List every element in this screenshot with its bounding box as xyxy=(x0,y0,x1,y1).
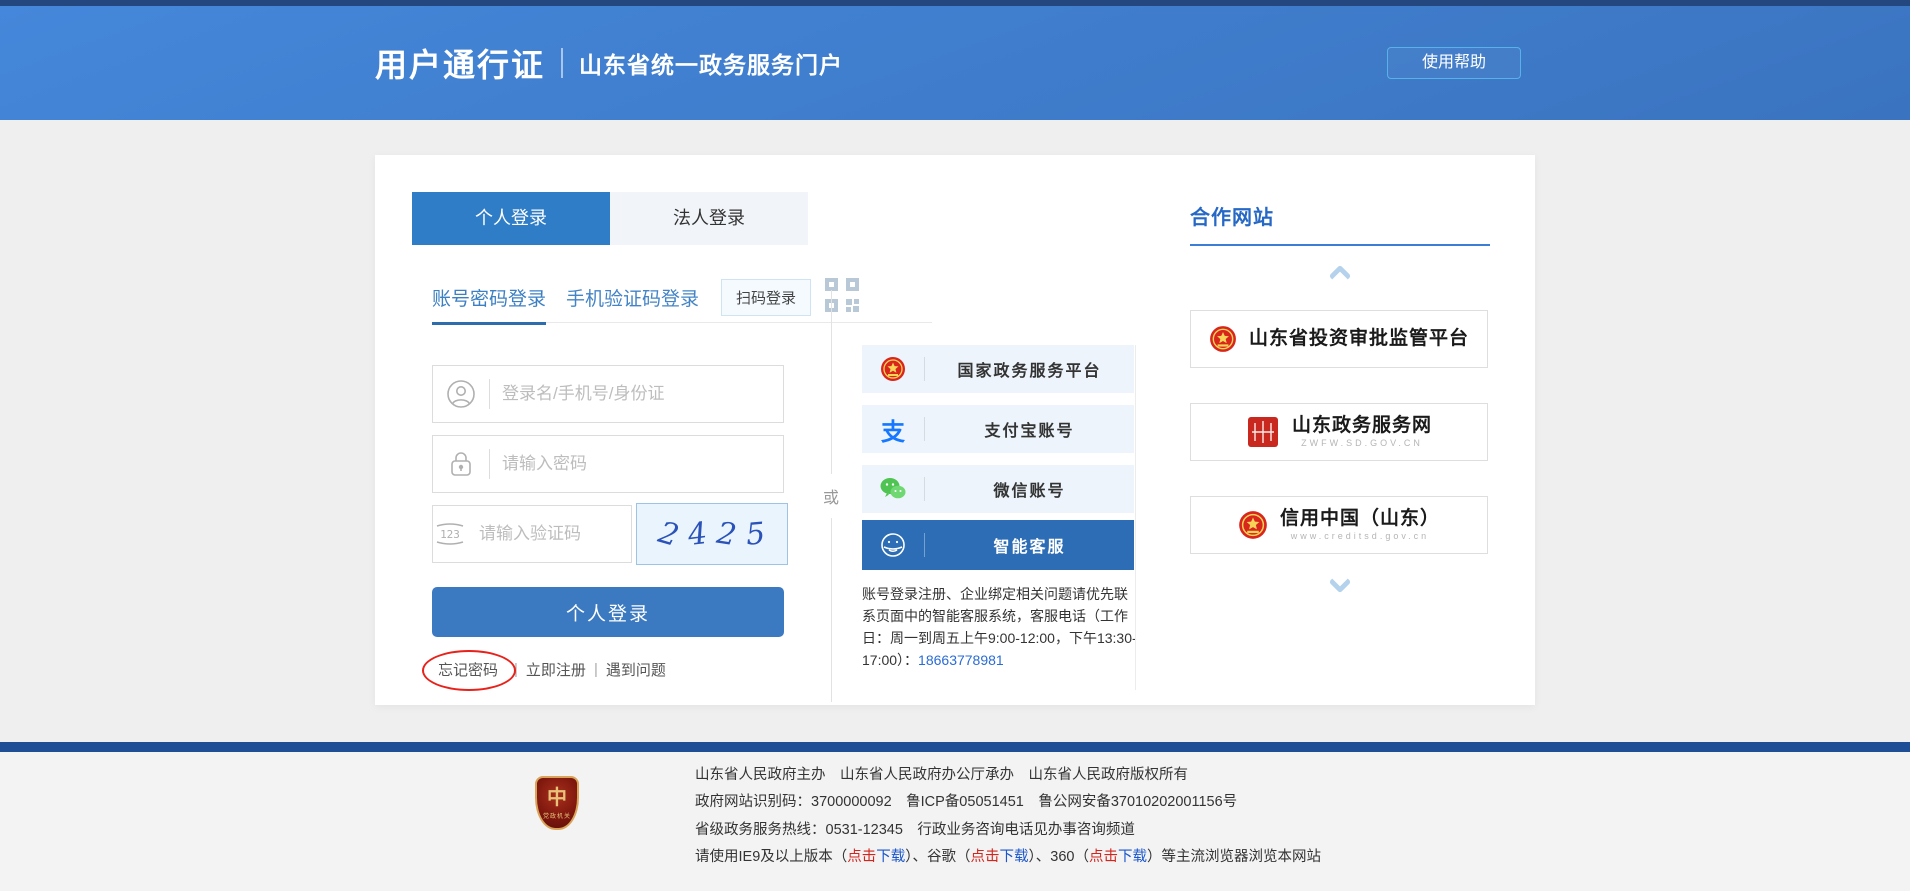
third-party-label: 微信账号 xyxy=(925,477,1134,501)
page-title: 用户通行证 xyxy=(375,40,545,86)
register-link[interactable]: 立即注册 xyxy=(526,659,586,680)
or-text: 或 xyxy=(823,474,839,518)
third-party-label: 智能客服 xyxy=(925,533,1134,557)
third-party-alipay[interactable]: 支 支付宝账号 xyxy=(862,405,1134,453)
download-link-ie[interactable]: 下载 xyxy=(876,849,905,865)
username-field-wrap xyxy=(432,365,784,423)
problem-link[interactable]: 遇到问题 xyxy=(606,659,666,680)
download-link-360[interactable]: 点击 xyxy=(1089,849,1118,865)
service-notice: 账号登录注册、企业绑定相关问题请优先联系页面中的智能客服系统，客服电话（工作日：… xyxy=(862,583,1140,671)
third-party-label: 国家政务服务平台 xyxy=(925,357,1134,381)
partner-site-name: 信用中国（山东） xyxy=(1280,509,1440,530)
partner-site-name: 山东省投资审批监管平台 xyxy=(1249,329,1469,350)
tab-personal-login[interactable]: 个人登录 xyxy=(412,192,610,245)
national-emblem-icon xyxy=(1209,325,1237,353)
brand: 用户通行证 山东省统一政务服务门户 xyxy=(375,40,843,86)
third-party-wechat[interactable]: 微信账号 xyxy=(862,465,1134,513)
third-party-label: 支付宝账号 xyxy=(925,417,1134,441)
badge-label: 党政机关 xyxy=(543,811,571,820)
footer-line-sponsor: 山东省人民政府主办 山东省人民政府办公厅承办 山东省人民政府版权所有 xyxy=(695,767,1321,784)
alipay-icon: 支 xyxy=(862,412,924,447)
chevron-down-icon[interactable] xyxy=(1329,571,1352,594)
partner-sites-panel: 合作网站 山东省投资审批监管平台 xyxy=(1190,201,1490,590)
government-badge-icon: 中 党政机关 xyxy=(535,776,579,830)
browser-text: ）、谷歌（ xyxy=(905,849,970,865)
svg-text:123: 123 xyxy=(440,528,460,541)
partner-site-zwfw[interactable]: 山东政务服务网 ZWFW.SD.GOV.CN xyxy=(1190,403,1488,461)
download-link-360[interactable]: 下载 xyxy=(1118,849,1147,865)
user-icon xyxy=(433,379,489,409)
wechat-icon xyxy=(862,476,924,502)
help-button[interactable]: 使用帮助 xyxy=(1387,47,1521,79)
login-method-row: 账号密码登录 手机验证码登录 扫码登录 xyxy=(432,273,932,323)
tab-corporate-login[interactable]: 法人登录 xyxy=(610,192,808,245)
partner-site-name: 山东政务服务网 xyxy=(1292,416,1432,437)
captcha-digit: 2 xyxy=(654,515,682,554)
column-border xyxy=(1135,345,1136,690)
browser-text: 请使用IE9及以上版本（ xyxy=(695,849,847,865)
footer-text-block: 山东省人民政府主办 山东省人民政府办公厅承办 山东省人民政府版权所有 政府网站识… xyxy=(695,767,1321,877)
divider-line xyxy=(831,290,832,474)
footer-divider-bar xyxy=(0,742,1910,752)
divider-line xyxy=(831,518,832,702)
footer-line-browser: 请使用IE9及以上版本（点击下载）、谷歌（点击下载）、360（点击下载）等主流浏… xyxy=(695,849,1321,866)
customer-service-icon xyxy=(862,531,924,559)
lock-icon xyxy=(433,449,489,479)
red-seal-icon xyxy=(1246,415,1280,449)
partner-site-url: www.creditsd.gov.cn xyxy=(1280,531,1440,541)
page-footer: 中 党政机关 山东省人民政府主办 山东省人民政府办公厅承办 山东省人民政府版权所… xyxy=(0,752,1910,891)
partner-sites-title: 合作网站 xyxy=(1190,201,1490,230)
third-party-national-platform[interactable]: 国家政务服务平台 xyxy=(862,345,1134,393)
or-divider: 或 xyxy=(818,290,844,702)
partner-title-underline xyxy=(1190,244,1490,246)
personal-login-button[interactable]: 个人登录 xyxy=(432,587,784,637)
captcha-field-wrap: 123 xyxy=(432,505,632,563)
partner-site-credit-china[interactable]: 信用中国（山东） www.creditsd.gov.cn xyxy=(1190,496,1488,554)
third-party-smart-service[interactable]: 智能客服 xyxy=(862,520,1134,570)
download-link-chrome[interactable]: 下载 xyxy=(1000,849,1029,865)
password-input[interactable] xyxy=(490,454,783,474)
page-header: 用户通行证 山东省统一政务服务门户 使用帮助 xyxy=(0,6,1910,120)
footer-line-hotline: 省级政务服务热线：0531-12345 行政业务咨询电话见办事咨询频道 xyxy=(695,822,1321,839)
browser-text: ）等主流浏览器浏览本网站 xyxy=(1147,849,1321,865)
captcha-image[interactable]: 2 4 2 5 xyxy=(636,503,788,565)
page-subtitle: 山东省统一政务服务门户 xyxy=(579,46,843,80)
download-link-ie[interactable]: 点击 xyxy=(847,849,876,865)
link-divider: | xyxy=(594,661,598,678)
method-sms-login[interactable]: 手机验证码登录 xyxy=(566,284,699,311)
login-card: 个人登录 法人登录 账号密码登录 手机验证码登录 扫码登录 xyxy=(375,155,1535,705)
footer-line-icp: 政府网站识别码：3700000092 鲁ICP备05051451 鲁公网安备37… xyxy=(695,794,1321,811)
helper-links-row: 忘记密码 | 立即注册 | 遇到问题 xyxy=(430,655,666,684)
captcha-digit: 4 xyxy=(686,515,709,552)
username-input[interactable] xyxy=(490,384,783,404)
partner-site-investment-platform[interactable]: 山东省投资审批监管平台 xyxy=(1190,310,1488,368)
title-separator xyxy=(561,48,563,78)
national-emblem-icon xyxy=(1238,510,1268,540)
method-scan-login[interactable]: 扫码登录 xyxy=(721,279,811,316)
badge-glyph: 中 xyxy=(547,787,567,807)
password-field-wrap xyxy=(432,435,784,493)
method-password-login[interactable]: 账号密码登录 xyxy=(432,284,546,311)
captcha-digit: 5 xyxy=(745,516,767,553)
download-link-chrome[interactable]: 点击 xyxy=(971,849,1000,865)
captcha-digit: 2 xyxy=(714,515,738,553)
forgot-password-link[interactable]: 忘记密码 xyxy=(430,655,506,684)
partner-site-url: ZWFW.SD.GOV.CN xyxy=(1292,438,1432,448)
browser-text: ）、360（ xyxy=(1029,849,1089,865)
national-emblem-icon xyxy=(862,356,924,382)
service-phone-link[interactable]: 18663778981 xyxy=(918,652,1004,668)
captcha-123-icon: 123 xyxy=(433,521,467,547)
chevron-up-icon[interactable] xyxy=(1329,265,1352,288)
